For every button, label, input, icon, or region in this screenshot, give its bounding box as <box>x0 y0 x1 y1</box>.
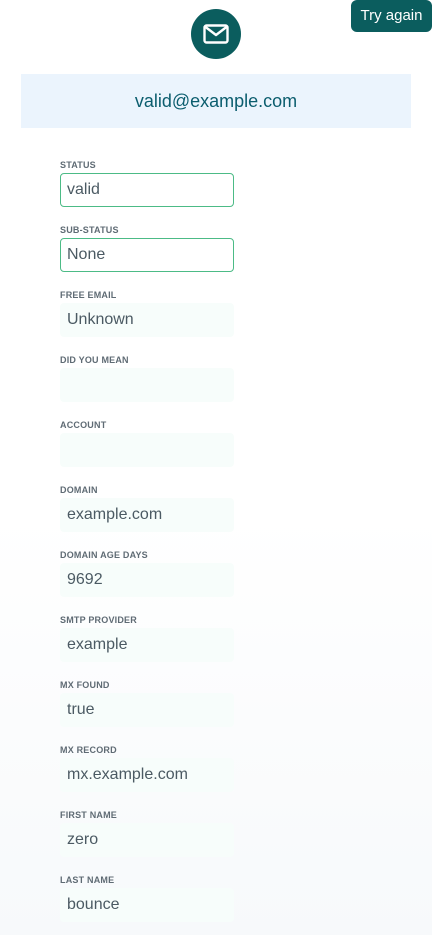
status-value[interactable]: valid <box>60 173 234 207</box>
mail-icon <box>191 9 241 59</box>
field-mx-record: MX RECORD mx.example.com <box>60 743 234 808</box>
free-email-value[interactable]: Unknown <box>60 303 234 337</box>
field-last-name: LAST NAME bounce <box>60 873 234 938</box>
field-domain-age-days: DOMAIN AGE DAYS 9692 <box>60 548 234 613</box>
email-banner: valid@example.com <box>21 74 411 128</box>
field-account: ACCOUNT <box>60 418 234 483</box>
smtp-provider-value[interactable]: example <box>60 628 234 662</box>
domain-value[interactable]: example.com <box>60 498 234 532</box>
field-smtp-provider: SMTP PROVIDER example <box>60 613 234 678</box>
field-label: FIRST NAME <box>60 810 117 820</box>
field-label: MX RECORD <box>60 745 117 755</box>
validated-email: valid@example.com <box>134 90 298 111</box>
result-fields: STATUS valid SUB-STATUS None FREE EMAIL … <box>60 158 234 938</box>
field-sub-status: SUB-STATUS None <box>60 223 234 288</box>
try-again-button[interactable]: Try again <box>351 0 432 32</box>
field-label: FREE EMAIL <box>60 290 117 300</box>
field-label: DID YOU MEAN <box>60 355 129 365</box>
field-label: ACCOUNT <box>60 420 107 430</box>
mx-record-value[interactable]: mx.example.com <box>60 758 234 792</box>
field-label: STATUS <box>60 160 96 170</box>
field-domain: DOMAIN example.com <box>60 483 234 548</box>
field-label: SUB-STATUS <box>60 225 119 235</box>
field-mx-found: MX FOUND true <box>60 678 234 743</box>
mx-found-value[interactable]: true <box>60 693 234 727</box>
did-you-mean-value[interactable] <box>60 368 234 402</box>
domain-age-days-value[interactable]: 9692 <box>60 563 234 597</box>
field-did-you-mean: DID YOU MEAN <box>60 353 234 418</box>
field-label: DOMAIN AGE DAYS <box>60 550 148 560</box>
field-label: LAST NAME <box>60 875 115 885</box>
field-label: SMTP PROVIDER <box>60 615 137 625</box>
field-first-name: FIRST NAME zero <box>60 808 234 873</box>
field-label: DOMAIN <box>60 485 98 495</box>
first-name-value[interactable]: zero <box>60 823 234 857</box>
field-label: MX FOUND <box>60 680 110 690</box>
field-free-email: FREE EMAIL Unknown <box>60 288 234 353</box>
last-name-value[interactable]: bounce <box>60 888 234 922</box>
field-status: STATUS valid <box>60 158 234 223</box>
account-value[interactable] <box>60 433 234 467</box>
sub-status-value[interactable]: None <box>60 238 234 272</box>
